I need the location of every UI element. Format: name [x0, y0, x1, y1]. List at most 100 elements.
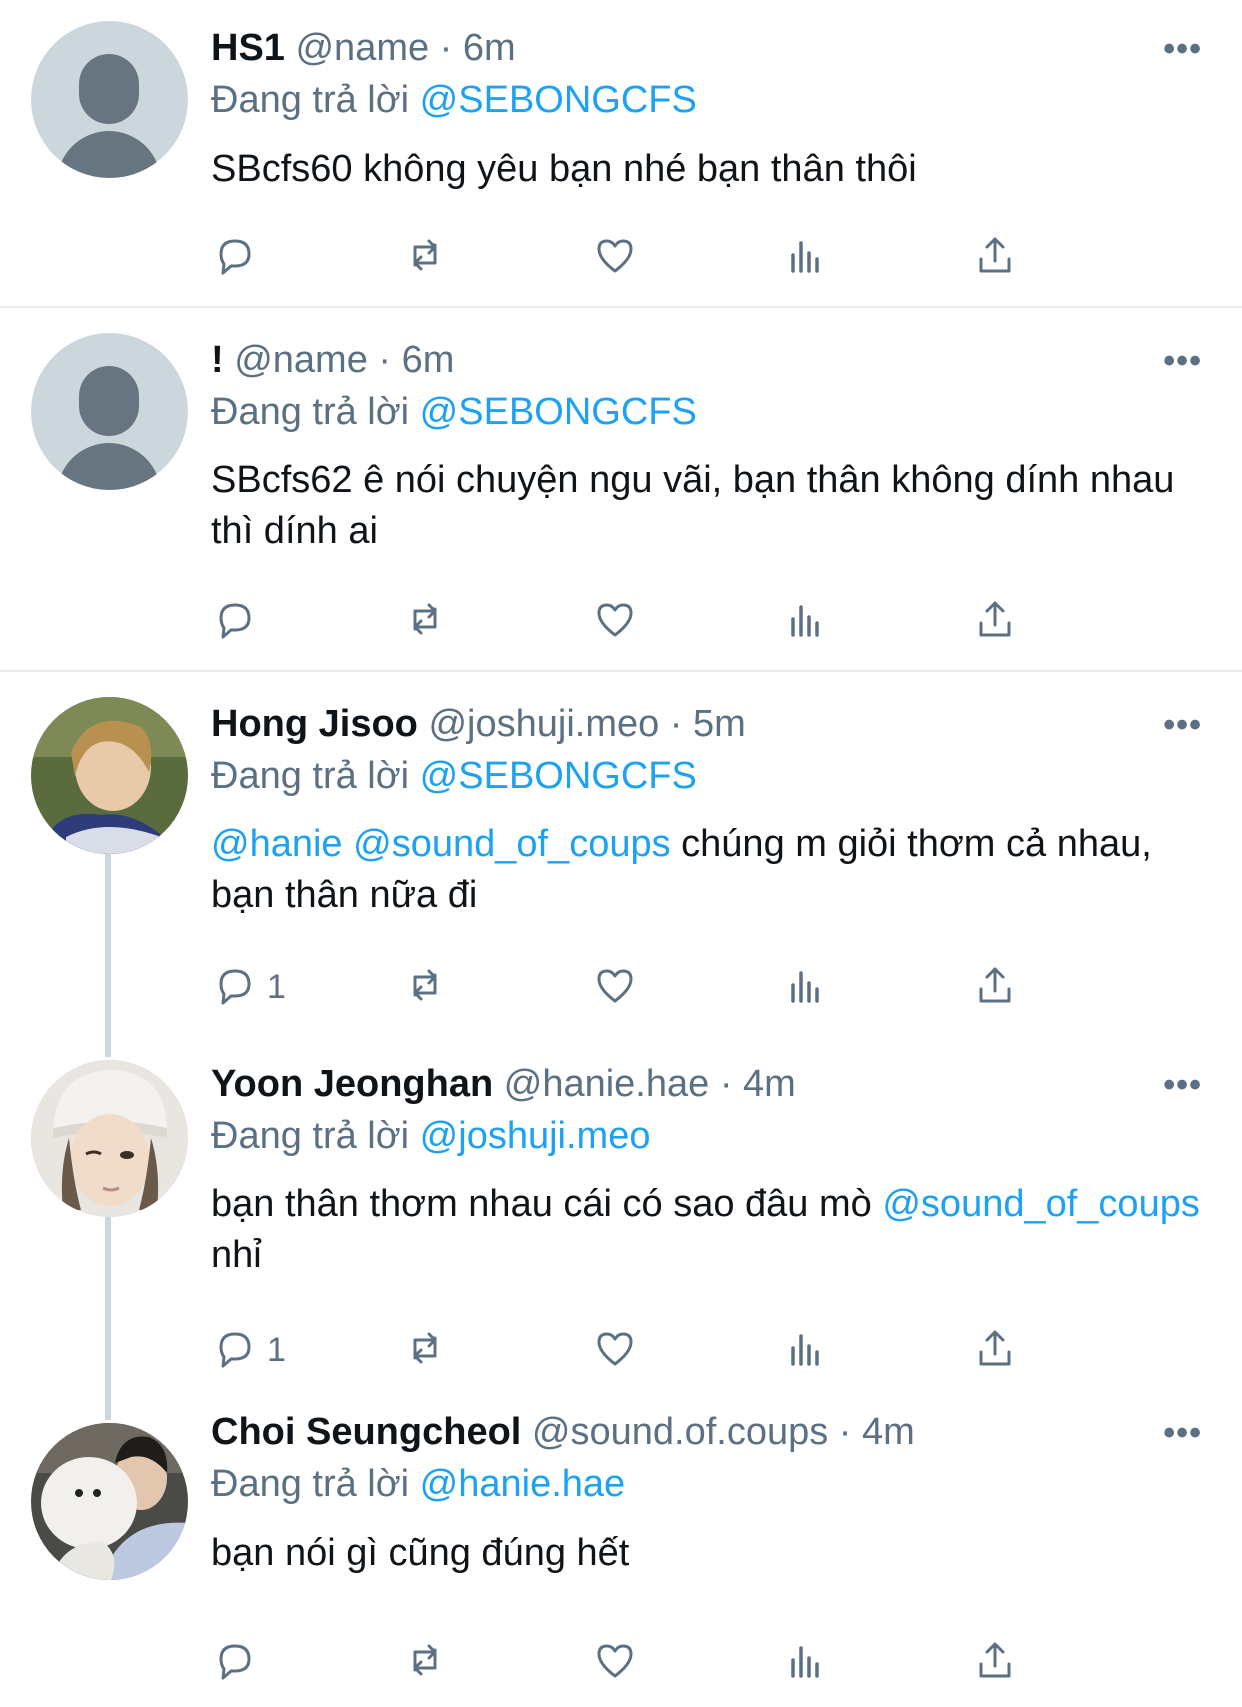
- replying-to-label: Đang trả lời: [211, 1115, 420, 1157]
- replying-to: Đang trả lời @SEBONGCFS: [211, 389, 697, 435]
- share-button[interactable]: [971, 957, 1019, 1017]
- tweet-actions: [211, 227, 1131, 287]
- tweet-actions: 1: [211, 1320, 1131, 1380]
- profile-photo-avatar[interactable]: [31, 1423, 188, 1580]
- share-icon: [971, 595, 1019, 648]
- more-options-icon[interactable]: •••: [1163, 1066, 1202, 1105]
- retweet-button[interactable]: [401, 1320, 449, 1380]
- share-button[interactable]: [971, 591, 1019, 651]
- more-options-icon[interactable]: •••: [1163, 342, 1202, 381]
- reply-button[interactable]: 1: [211, 1320, 286, 1380]
- analytics-button[interactable]: [781, 227, 829, 287]
- tweet-actions: 1: [211, 957, 1131, 1017]
- profile-photo-image: [31, 1060, 188, 1217]
- like-icon: [591, 1636, 639, 1689]
- like-icon: [591, 231, 639, 284]
- tweet-1[interactable]: HS1 @name · 6m ••• Đang trả lời @SEBONGC…: [0, 0, 1242, 306]
- mention-link[interactable]: @sound_of_coups: [882, 1183, 1199, 1225]
- retweet-button[interactable]: [401, 227, 449, 287]
- like-button[interactable]: [591, 1320, 639, 1380]
- default-avatar[interactable]: [31, 333, 188, 490]
- reply-to-mention[interactable]: @SEBONGCFS: [420, 755, 697, 797]
- analytics-icon: [781, 961, 829, 1014]
- tweet-text: SBcfs62 ê nói chuyện ngu vãi, bạn thân k…: [211, 459, 1175, 552]
- replying-to: Đang trả lời @SEBONGCFS: [211, 753, 697, 799]
- display-name[interactable]: !: [211, 339, 224, 381]
- reply-to-mention[interactable]: @joshuji.meo: [420, 1115, 651, 1157]
- tweet-header: ! @name · 6m: [211, 337, 454, 383]
- share-button[interactable]: [971, 1632, 1019, 1692]
- analytics-button[interactable]: [781, 1632, 829, 1692]
- default-avatar[interactable]: [31, 21, 188, 178]
- handle-and-time: @name · 6m: [295, 27, 516, 69]
- tweet-header: Choi Seungcheol @sound.of.coups · 4m: [211, 1409, 915, 1455]
- display-name[interactable]: Yoon Jeonghan: [211, 1063, 493, 1105]
- like-button[interactable]: [591, 1632, 639, 1692]
- share-button[interactable]: [971, 1320, 1019, 1380]
- replying-to: Đang trả lời @SEBONGCFS: [211, 77, 697, 123]
- profile-photo-image: [31, 1423, 188, 1580]
- tweet-header: Hong Jisoo @joshuji.meo · 5m: [211, 701, 746, 747]
- reply-to-mention[interactable]: @SEBONGCFS: [420, 79, 697, 121]
- analytics-button[interactable]: [781, 957, 829, 1017]
- more-options-icon[interactable]: •••: [1163, 1414, 1202, 1453]
- display-name[interactable]: Choi Seungcheol: [211, 1411, 521, 1453]
- retweet-icon: [401, 961, 449, 1014]
- retweet-icon: [401, 231, 449, 284]
- reply-icon: [211, 231, 259, 284]
- tweet-4[interactable]: Yoon Jeonghan @hanie.hae · 4m ••• Đang t…: [0, 1035, 1242, 1395]
- replying-to-label: Đang trả lời: [211, 1463, 420, 1505]
- like-icon: [591, 1324, 639, 1377]
- more-options-icon[interactable]: •••: [1163, 706, 1202, 745]
- avatar-body-shape: [57, 131, 161, 178]
- display-name[interactable]: HS1: [211, 27, 285, 69]
- tweet-text-end: nhỉ: [211, 1234, 262, 1276]
- reply-icon: [211, 1324, 259, 1377]
- like-button[interactable]: [591, 591, 639, 651]
- reply-button[interactable]: [211, 227, 267, 287]
- retweet-button[interactable]: [401, 1632, 449, 1692]
- more-options-icon[interactable]: •••: [1163, 30, 1202, 69]
- like-button[interactable]: [591, 227, 639, 287]
- like-icon: [591, 595, 639, 648]
- retweet-icon: [401, 595, 449, 648]
- replying-to: Đang trả lời @hanie.hae: [211, 1461, 625, 1507]
- retweet-button[interactable]: [401, 591, 449, 651]
- reply-to-mention[interactable]: @hanie.hae: [420, 1463, 626, 1505]
- reply-button[interactable]: 1: [211, 957, 286, 1017]
- reply-button[interactable]: [211, 1632, 267, 1692]
- avatar-head-shape: [79, 54, 139, 124]
- tweet-2[interactable]: ! @name · 6m ••• Đang trả lời @SEBONGCFS…: [0, 308, 1242, 670]
- tweet-3[interactable]: Hong Jisoo @joshuji.meo · 5m ••• Đang tr…: [0, 672, 1242, 1032]
- like-button[interactable]: [591, 957, 639, 1017]
- profile-photo-avatar[interactable]: [31, 1060, 188, 1217]
- reply-count: 1: [267, 1330, 286, 1369]
- mention-link[interactable]: @hanie: [211, 823, 343, 865]
- analytics-button[interactable]: [781, 591, 829, 651]
- profile-photo-avatar[interactable]: [31, 697, 188, 854]
- retweet-button[interactable]: [401, 957, 449, 1017]
- tweet-text: SBcfs60 không yêu bạn nhé bạn thân thôi: [211, 148, 917, 190]
- tweet-text: bạn thân thơm nhau cái có sao đâu mò @so…: [211, 1179, 1211, 1281]
- reply-to-mention[interactable]: @SEBONGCFS: [420, 391, 697, 433]
- mention-link[interactable]: @sound_of_coups: [353, 823, 670, 865]
- tweet-text: @hanie @sound_of_coups chúng m giỏi thơm…: [211, 819, 1211, 921]
- retweet-icon: [401, 1636, 449, 1689]
- replying-to-label: Đang trả lời: [211, 755, 420, 797]
- reply-button[interactable]: [211, 591, 267, 651]
- share-icon: [971, 1324, 1019, 1377]
- retweet-icon: [401, 1324, 449, 1377]
- tweet-5[interactable]: Choi Seungcheol @sound.of.coups · 4m •••…: [0, 1398, 1242, 1707]
- analytics-icon: [781, 231, 829, 284]
- analytics-button[interactable]: [781, 1320, 829, 1380]
- profile-photo-image: [31, 697, 188, 854]
- share-button[interactable]: [971, 227, 1019, 287]
- replying-to: Đang trả lời @joshuji.meo: [211, 1113, 650, 1159]
- tweet-actions: [211, 591, 1131, 651]
- handle-and-time: @sound.of.coups · 4m: [531, 1411, 915, 1453]
- handle-and-time: @name · 6m: [234, 339, 455, 381]
- reply-icon: [211, 1636, 259, 1689]
- analytics-icon: [781, 1636, 829, 1689]
- display-name[interactable]: Hong Jisoo: [211, 703, 418, 745]
- tweet-text: bạn nói gì cũng đúng hết: [211, 1532, 630, 1574]
